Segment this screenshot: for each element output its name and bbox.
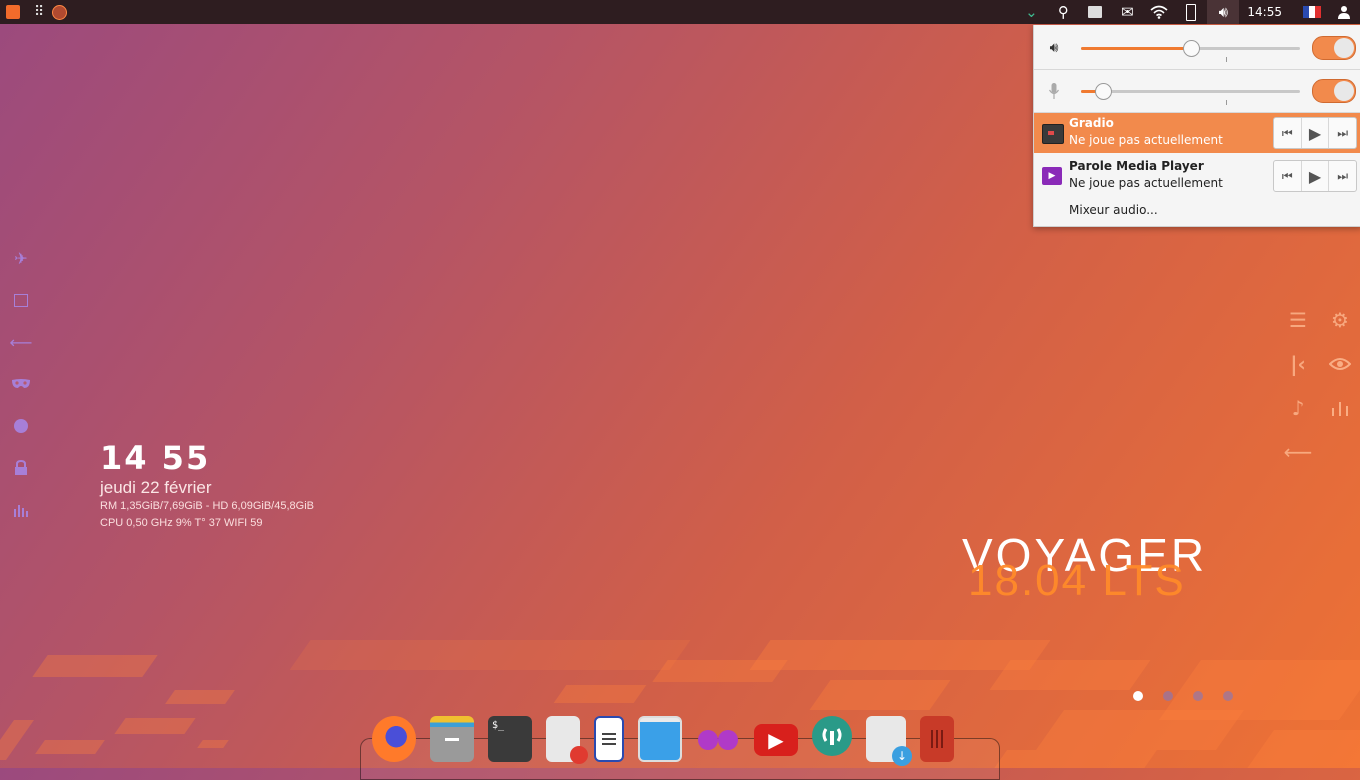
- notes-icon[interactable]: [1079, 0, 1111, 24]
- workspace-switcher: [1133, 691, 1233, 701]
- top-panel: ⠿ ⌄ ⚲ ✉ 🔊︎ 14:55: [0, 0, 1360, 24]
- player-status: Ne joue pas actuellement: [1069, 176, 1223, 190]
- terminal-dock-icon[interactable]: $_: [488, 716, 532, 762]
- workspace-dot[interactable]: [1193, 691, 1203, 701]
- output-volume-fill: [1081, 47, 1191, 50]
- divider: [1034, 69, 1360, 70]
- player-row-gradio[interactable]: Gradio Ne joue pas actuellement ⏮ ▶ ⏭: [1034, 113, 1360, 153]
- play-button[interactable]: ▶: [1302, 118, 1330, 148]
- writer-dock-icon[interactable]: [594, 716, 624, 762]
- parole-player-icon: ▶: [1042, 167, 1062, 185]
- text-editor-dock-icon[interactable]: [546, 716, 588, 764]
- player-controls: ⏮ ▶ ⏭: [1273, 117, 1357, 149]
- input-mute-toggle[interactable]: [1312, 79, 1356, 103]
- app-menu-icon[interactable]: [6, 5, 20, 19]
- big-time: 14 55: [100, 439, 211, 477]
- version-text: 18.04 LTS: [968, 556, 1186, 605]
- arrow-left-icon[interactable]: ⟵: [10, 332, 33, 352]
- mail-icon[interactable]: ✉: [1111, 0, 1143, 24]
- gradio-player-icon: [1042, 124, 1064, 144]
- eye-icon[interactable]: [1326, 352, 1354, 376]
- workspace-dot[interactable]: [1133, 691, 1143, 701]
- player-status: Ne joue pas actuellement: [1069, 133, 1223, 147]
- menu-icon[interactable]: ☰: [1284, 308, 1312, 332]
- output-mute-toggle[interactable]: [1312, 36, 1356, 60]
- software-install-dock-icon[interactable]: ↓: [866, 716, 912, 766]
- battery-icon[interactable]: [1175, 0, 1207, 24]
- left-launcher: ✈ ⟵: [10, 248, 32, 520]
- input-volume-slider[interactable]: [1081, 83, 1300, 100]
- next-button[interactable]: ⏭: [1329, 118, 1356, 148]
- player-controls: ⏮ ▶ ⏭: [1273, 160, 1357, 192]
- microphone-icon: [1044, 81, 1064, 101]
- volume-icon[interactable]: 🔊︎: [1207, 0, 1240, 24]
- output-volume-knob[interactable]: [1182, 40, 1200, 57]
- update-manager-dock-icon[interactable]: [812, 716, 852, 756]
- youtube-dock-icon[interactable]: ▶: [754, 724, 798, 756]
- slider-tick: [1226, 100, 1227, 105]
- workspace-dot[interactable]: [1163, 691, 1173, 701]
- skip-back-icon[interactable]: |‹: [1284, 352, 1312, 376]
- audio-popup: 🔊︎ Gradio Ne joue pas actuellement ⏮ ▶ ⏭…: [1033, 25, 1360, 227]
- equalizer-icon[interactable]: [1326, 396, 1354, 420]
- workspace-dot[interactable]: [1223, 691, 1233, 701]
- files-dock-icon[interactable]: [430, 716, 474, 762]
- arrow-left-icon[interactable]: ⟵: [1284, 440, 1313, 464]
- dock: $_ ▶ ↓: [372, 716, 954, 766]
- window-icon[interactable]: [10, 290, 32, 310]
- apps-grid-icon[interactable]: ⠿: [34, 4, 44, 20]
- settings-gear-icon[interactable]: ⚙: [1326, 308, 1354, 332]
- output-volume-slider[interactable]: [1081, 40, 1300, 57]
- previous-button[interactable]: ⏮: [1274, 118, 1302, 148]
- topbar-clock[interactable]: 14:55: [1239, 5, 1296, 19]
- audio-mixer-link[interactable]: Mixeur audio...: [1069, 203, 1158, 217]
- chart-icon[interactable]: [10, 500, 32, 520]
- wifi-icon[interactable]: [1143, 0, 1175, 24]
- screenshot-dock-icon[interactable]: [638, 716, 682, 762]
- player-row-parole[interactable]: ▶ Parole Media Player Ne joue pas actuel…: [1034, 156, 1360, 196]
- player-name: Parole Media Player: [1069, 159, 1204, 173]
- user-icon[interactable]: [1328, 0, 1360, 24]
- gradio-dock-icon[interactable]: [696, 716, 740, 762]
- slider-tick: [1226, 57, 1227, 62]
- date-label: jeudi 22 février: [100, 478, 212, 497]
- airplane-icon[interactable]: ✈: [10, 248, 32, 268]
- play-button[interactable]: ▶: [1302, 161, 1330, 191]
- trash-dock-icon[interactable]: [920, 716, 954, 762]
- firefox-icon[interactable]: [52, 4, 68, 20]
- conky-clock-widget: 14 55 jeudi 22 février RM 1,35GiB/7,69Gi…: [100, 440, 314, 532]
- search-icon[interactable]: ⚲: [1047, 0, 1079, 24]
- globe-icon[interactable]: [10, 416, 32, 436]
- firefox-dock-icon[interactable]: [372, 716, 416, 762]
- right-launcher: ☰ ⚙ |‹ ♪ ⟵: [1284, 308, 1354, 464]
- player-name: Gradio: [1069, 116, 1114, 130]
- lock-icon[interactable]: [10, 458, 32, 478]
- next-button[interactable]: ⏭: [1329, 161, 1356, 191]
- speaker-icon: 🔊︎: [1049, 40, 1059, 56]
- input-volume-knob[interactable]: [1094, 83, 1112, 100]
- cpu-info: CPU 0,50 GHz 9% T° 37 WIFI 59: [100, 517, 263, 529]
- mask-icon[interactable]: [10, 374, 32, 394]
- flag-fr-icon[interactable]: [1296, 0, 1328, 24]
- previous-button[interactable]: ⏮: [1274, 161, 1302, 191]
- chevron-down-icon[interactable]: ⌄: [1015, 0, 1047, 24]
- music-note-icon[interactable]: ♪: [1284, 396, 1312, 420]
- memory-info: RM 1,35GiB/7,69GiB - HD 6,09GiB/45,8GiB: [100, 500, 314, 512]
